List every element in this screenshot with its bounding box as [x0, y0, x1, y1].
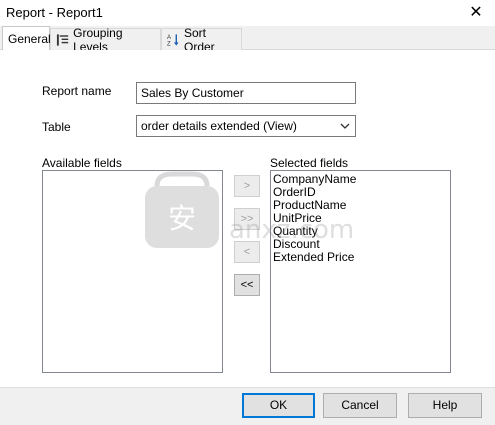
- tab-general[interactable]: General: [2, 26, 51, 51]
- close-icon[interactable]: ✕: [463, 0, 489, 26]
- help-button[interactable]: Help: [408, 393, 482, 418]
- sort-az-icon: A Z: [167, 33, 179, 47]
- tab-sort-order[interactable]: A Z Sort Order: [161, 26, 242, 54]
- add-all-fields-button[interactable]: >>: [234, 208, 260, 230]
- remove-all-fields-button[interactable]: <<: [234, 274, 260, 296]
- table-select-value: order details extended (View): [141, 119, 297, 133]
- selected-fields-list[interactable]: CompanyName OrderID ProductName UnitPric…: [270, 170, 451, 373]
- table-select[interactable]: order details extended (View): [136, 115, 356, 137]
- svg-text:A: A: [167, 35, 171, 41]
- available-fields-list[interactable]: [42, 170, 223, 373]
- chevron-down-icon: [340, 123, 350, 129]
- list-item[interactable]: Extended Price: [273, 251, 356, 264]
- report-name-label: Report name: [42, 84, 112, 98]
- add-field-button[interactable]: >: [234, 175, 260, 197]
- remove-field-button[interactable]: <: [234, 241, 260, 263]
- grouping-levels-icon: [56, 33, 69, 46]
- window-title: Report - Report1: [6, 5, 103, 20]
- table-label: Table: [42, 120, 71, 134]
- svg-text:Z: Z: [167, 41, 171, 46]
- tab-grouping-levels[interactable]: Grouping Levels: [50, 26, 161, 54]
- cancel-button[interactable]: Cancel: [323, 393, 397, 418]
- ok-button[interactable]: OK: [242, 393, 315, 418]
- available-fields-label: Available fields: [42, 156, 122, 170]
- tab-general-label: General: [8, 32, 51, 46]
- report-name-input[interactable]: Sales By Customer: [136, 82, 356, 104]
- selected-fields-label: Selected fields: [270, 156, 349, 170]
- selected-fields-items: CompanyName OrderID ProductName UnitPric…: [273, 173, 356, 264]
